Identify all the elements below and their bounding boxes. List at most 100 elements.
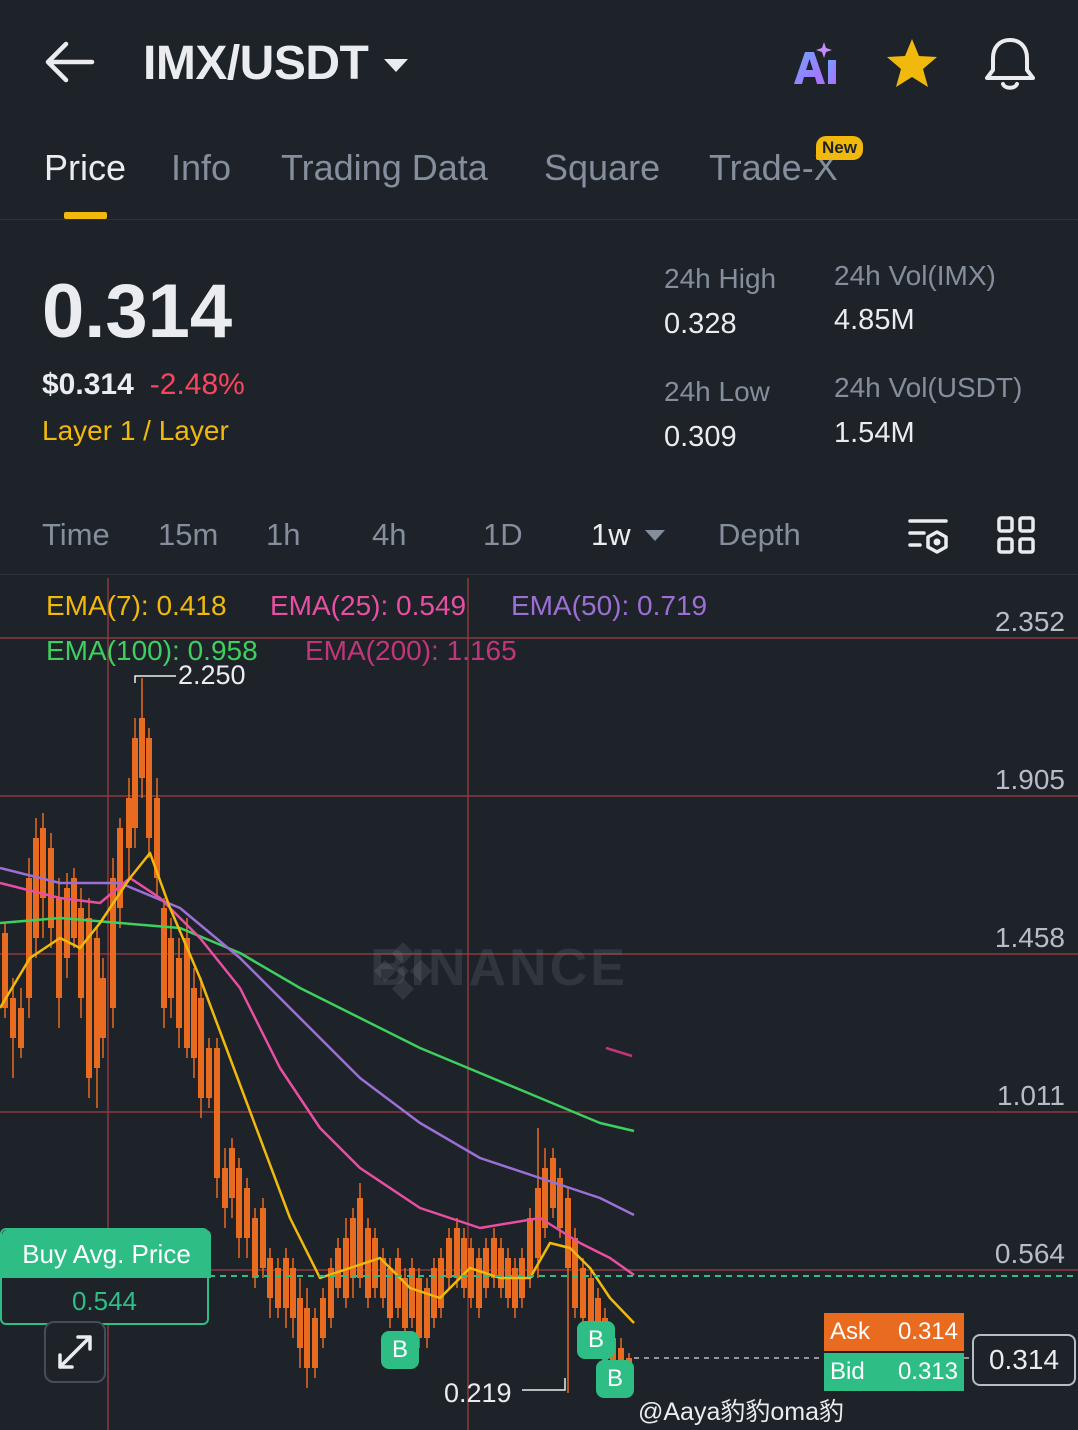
usd-price: $0.314 — [42, 368, 134, 401]
candle-body — [320, 1298, 326, 1338]
interval-time[interactable]: Time — [42, 517, 110, 553]
candle-body — [86, 918, 92, 1078]
ema7-legend: EMA(7): 0.418 — [46, 590, 227, 621]
interval-4h[interactable]: 4h — [372, 517, 406, 553]
ask-row: Ask 0.314 — [824, 1313, 964, 1351]
high-marker-label: 2.250 — [178, 660, 246, 690]
caret-down-icon — [384, 59, 409, 72]
buy-avg-price-box[interactable]: Buy Avg. Price 0.544 — [0, 1228, 211, 1325]
interval-bar: Time 15m 1h 4h 1D 1w Depth — [0, 500, 1078, 575]
candlestick-chart[interactable]: BINANCE EMA(7): 0.418 EMA(25): 0.549 EMA… — [0, 578, 1078, 1430]
candle-body — [297, 1298, 303, 1348]
candle-body — [252, 1218, 258, 1278]
ema200-legend: EMA(200): 1.165 — [305, 635, 517, 666]
ai-assistant-icon[interactable] — [792, 40, 840, 88]
candle-body — [335, 1248, 341, 1288]
ask-bid-panel: Ask 0.314 Bid 0.313 — [824, 1313, 964, 1391]
candle-body — [56, 898, 62, 998]
y-tick: 1.905 — [994, 764, 1065, 795]
candle-body — [572, 1238, 578, 1308]
active-tab-indicator — [64, 212, 107, 219]
candle-body — [498, 1248, 504, 1288]
candle-body — [438, 1258, 444, 1308]
vol-base-value: 4.85M — [834, 304, 915, 336]
candle-body — [40, 828, 46, 898]
candle-body — [483, 1248, 489, 1288]
interval-15m[interactable]: 15m — [158, 517, 218, 553]
vol-quote-label: 24h Vol(USDT) — [834, 372, 1023, 403]
candle-body — [372, 1238, 378, 1288]
layout-grid-icon[interactable] — [996, 515, 1036, 555]
candle-body — [18, 1008, 24, 1048]
notification-bell-icon[interactable] — [982, 34, 1038, 92]
candle-body — [535, 1188, 541, 1258]
pair-selector[interactable]: IMX/USDT — [143, 36, 409, 91]
candle-body — [206, 1048, 212, 1098]
vol-quote-value: 1.54M — [834, 417, 915, 449]
back-arrow-icon[interactable] — [44, 40, 96, 84]
candle-body — [132, 738, 138, 828]
indicator-settings-icon[interactable] — [906, 515, 950, 557]
price-change: -2.48% — [149, 368, 245, 401]
low-marker-label: 0.219 — [444, 1378, 512, 1408]
candle-body — [395, 1258, 401, 1308]
candle-body — [527, 1218, 533, 1278]
interval-1w[interactable]: 1w — [591, 517, 631, 553]
candle-body — [260, 1208, 266, 1268]
candle-body — [33, 838, 39, 938]
low-marker-line — [522, 1378, 566, 1391]
interval-1h[interactable]: 1h — [266, 517, 300, 553]
tab-square[interactable]: Square — [544, 147, 660, 189]
candle-body — [168, 938, 174, 998]
buy-marker[interactable]: B — [381, 1331, 419, 1369]
interval-depth[interactable]: Depth — [718, 517, 801, 553]
candle-body — [100, 978, 106, 1038]
candle-body — [512, 1268, 518, 1308]
candle-body — [10, 998, 16, 1038]
y-tick: 1.011 — [997, 1080, 1065, 1111]
ema200-line — [605, 1046, 633, 1058]
candle-body — [126, 798, 132, 848]
candle-body — [94, 938, 100, 1068]
candle-body — [416, 1278, 422, 1338]
ask-label: Ask — [830, 1318, 871, 1345]
last-price: 0.314 — [42, 269, 233, 354]
buy-avg-price-title: Buy Avg. Price — [2, 1230, 211, 1278]
current-price-tag: 0.314 — [972, 1334, 1076, 1386]
category-tag[interactable]: Layer 1 / Layer — [42, 415, 229, 447]
vol-base-label: 24h Vol(IMX) — [834, 260, 996, 291]
candle-body — [446, 1238, 452, 1278]
binance-watermark: BINANCE — [370, 938, 628, 1000]
candle-body — [244, 1188, 250, 1238]
bid-value: 0.313 — [897, 1358, 958, 1385]
favorite-star-icon[interactable] — [884, 36, 940, 92]
bid-row: Bid 0.313 — [824, 1353, 964, 1391]
ema50-legend: EMA(50): 0.719 — [511, 590, 708, 621]
binance-logo-icon — [374, 942, 432, 1000]
y-tick: 0.564 — [994, 1238, 1065, 1269]
candle-body — [468, 1248, 474, 1298]
candle-body — [71, 878, 77, 938]
y-tick: 1.458 — [994, 922, 1065, 953]
buy-marker[interactable]: B — [596, 1360, 634, 1398]
ask-value: 0.314 — [897, 1318, 958, 1345]
candle-body — [283, 1258, 289, 1308]
top-bar: IMX/USDT — [0, 0, 1078, 125]
caret-down-icon — [645, 530, 665, 541]
candle-body — [491, 1238, 497, 1278]
buy-avg-price-value: 0.544 — [71, 1286, 138, 1316]
tab-price[interactable]: Price — [44, 147, 126, 189]
candle-body — [26, 878, 32, 998]
expand-arrows-icon — [58, 1335, 92, 1369]
buy-marker[interactable]: B — [577, 1321, 615, 1359]
candle-body — [267, 1258, 273, 1298]
bid-label: Bid — [830, 1358, 865, 1385]
tab-info[interactable]: Info — [171, 147, 231, 189]
tab-trading-data[interactable]: Trading Data — [281, 147, 488, 189]
low-value: 0.309 — [664, 421, 737, 453]
ema25-legend: EMA(25): 0.549 — [270, 590, 467, 621]
interval-1d[interactable]: 1D — [483, 517, 523, 553]
fullscreen-button[interactable] — [44, 1321, 106, 1383]
candle-body — [229, 1148, 235, 1198]
candle-body — [222, 1168, 228, 1208]
